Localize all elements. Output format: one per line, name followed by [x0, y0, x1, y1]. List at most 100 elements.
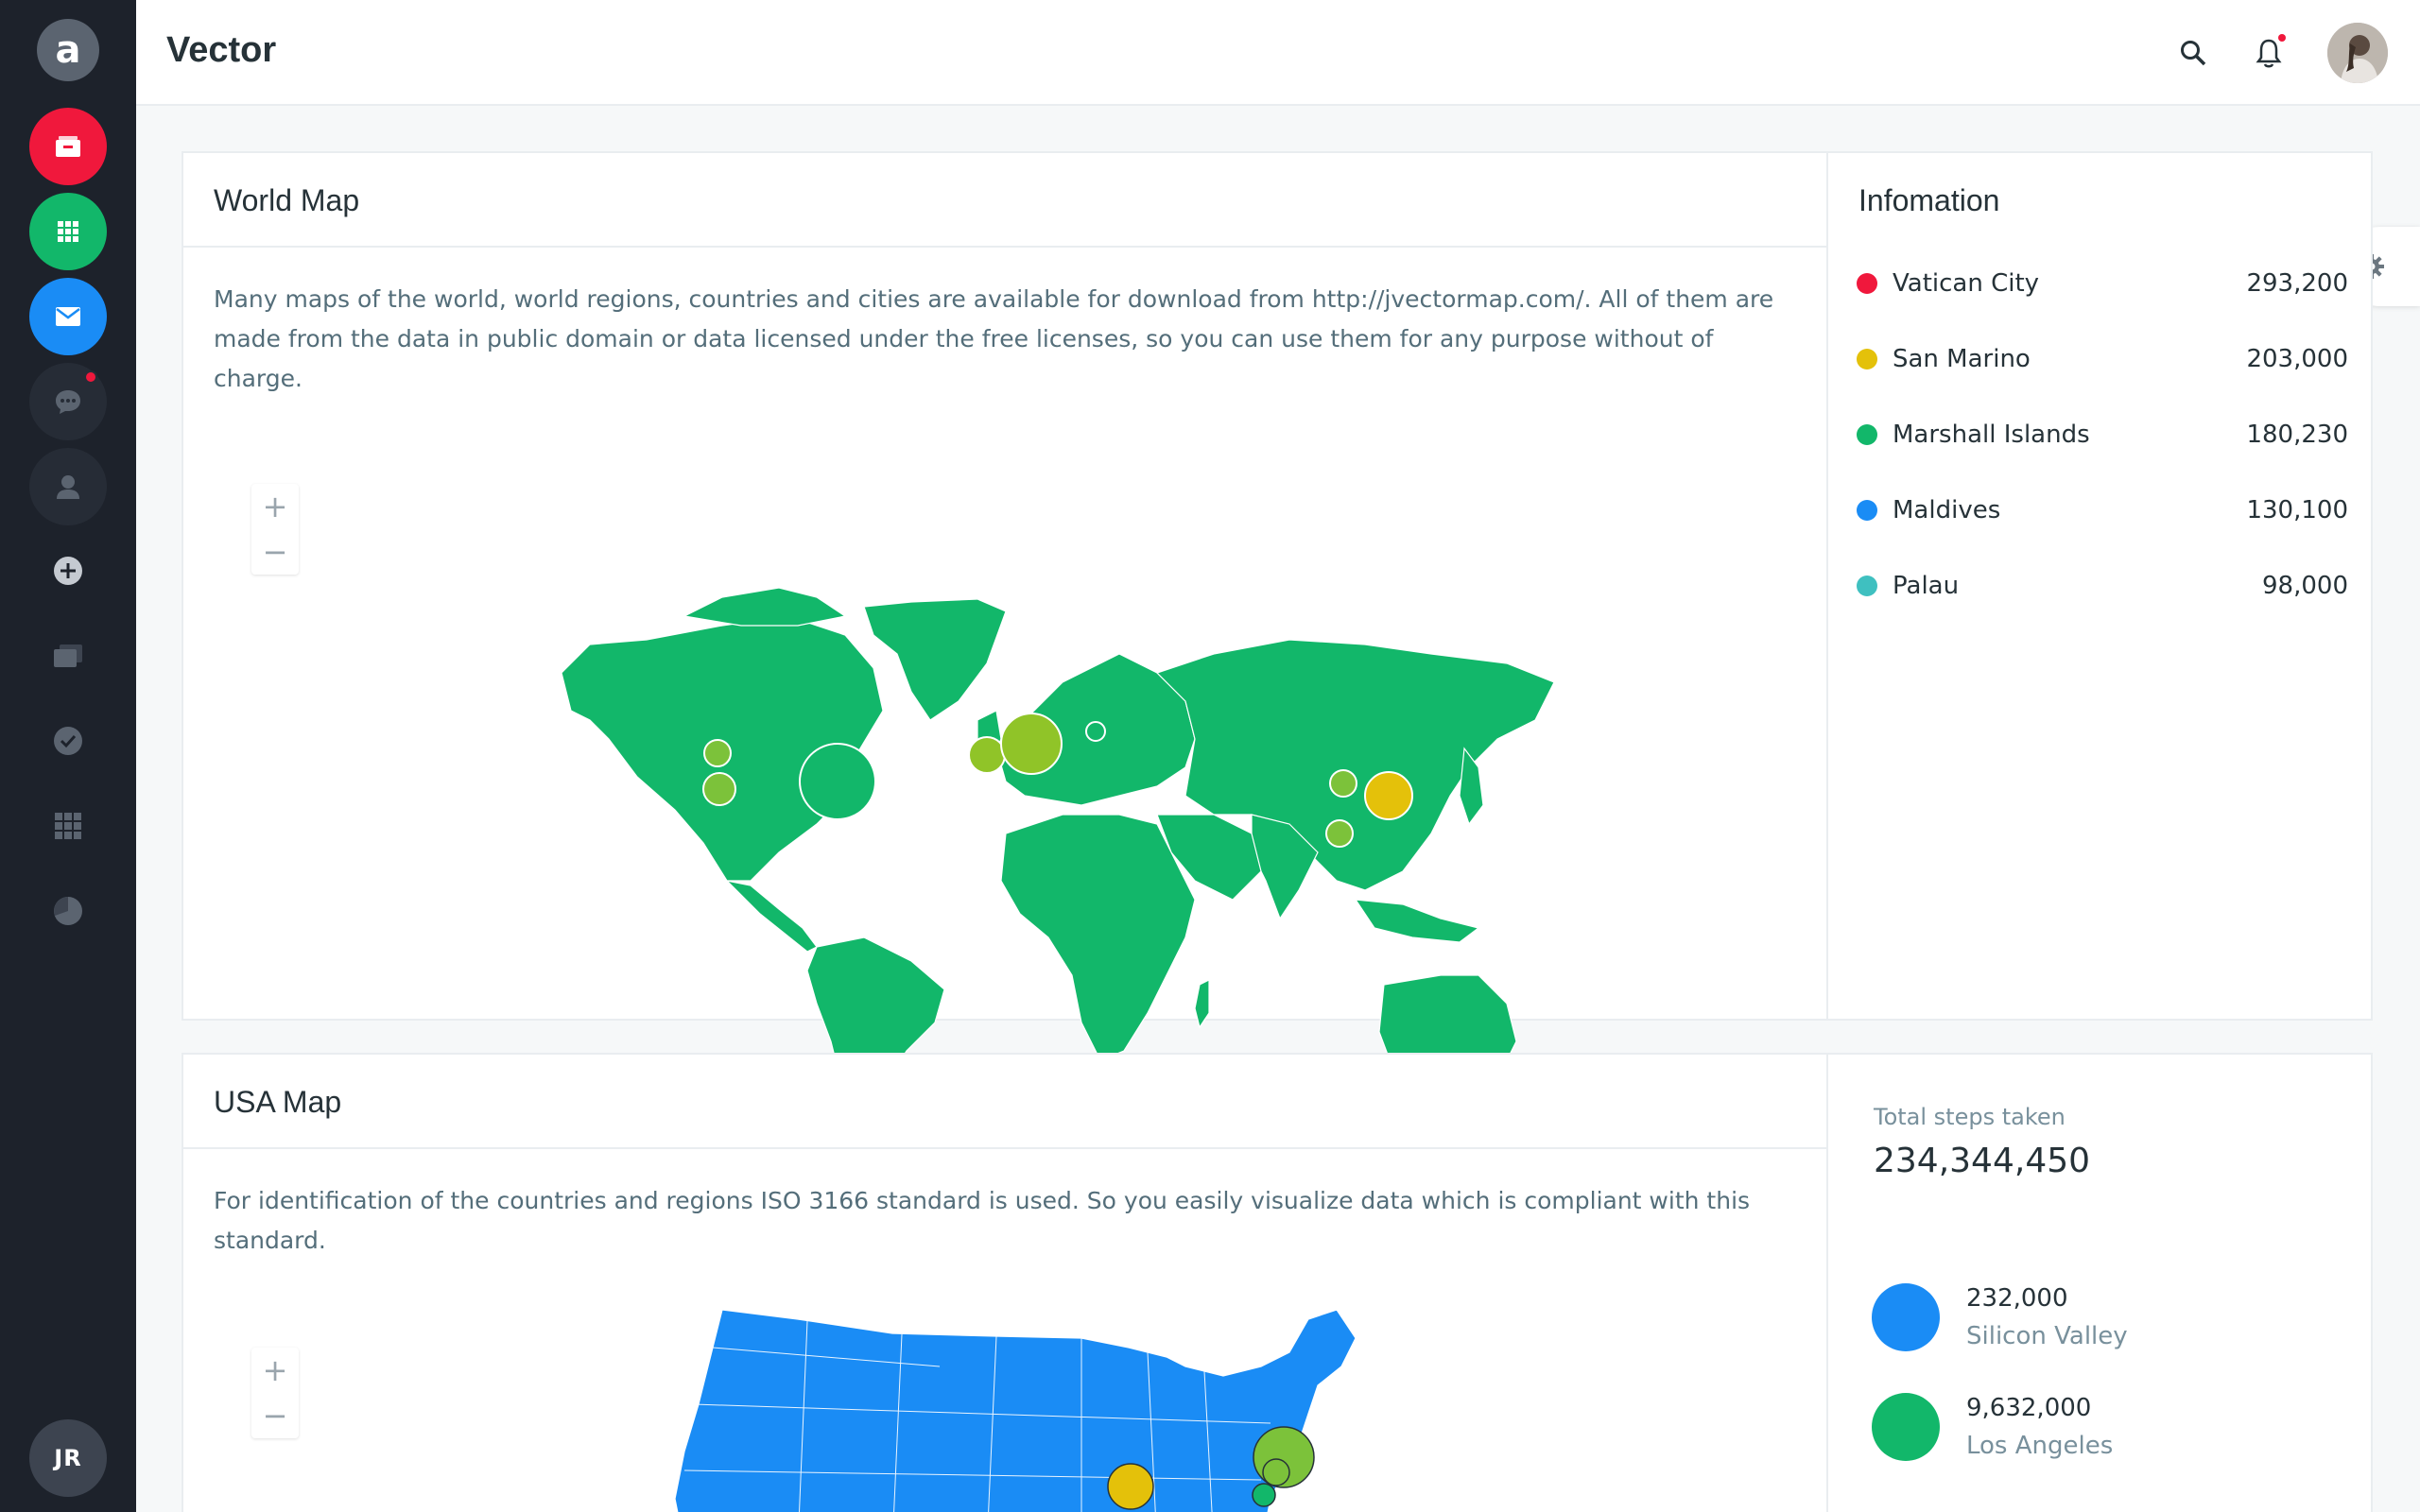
profile-avatar[interactable] — [2327, 23, 2388, 83]
check-circle-icon — [54, 727, 82, 755]
stat-label: Los Angeles — [1966, 1432, 2114, 1460]
user-button[interactable] — [29, 448, 107, 525]
notification-dot — [2278, 34, 2286, 42]
stat-circle — [1872, 1283, 1940, 1351]
usa-map-card: USA Map For identification of the countr… — [182, 1053, 2373, 1512]
stat-circle — [1872, 1393, 1940, 1461]
apps-grid-button[interactable] — [29, 193, 107, 270]
canada-islands[interactable] — [683, 587, 847, 627]
info-item-name: Palau — [1893, 572, 1960, 600]
marker-moscow[interactable] — [1085, 721, 1106, 742]
chat-notification-dot — [84, 370, 97, 384]
legend-dot — [1857, 500, 1877, 521]
marker-chicago[interactable] — [1107, 1463, 1154, 1510]
usa-zoom-control: + − — [251, 1348, 299, 1438]
bell-icon — [2256, 39, 2282, 68]
marker-philadelphia[interactable] — [1262, 1458, 1290, 1486]
world-map-panel: World Map Many maps of the world, world … — [183, 153, 1828, 1079]
add-button[interactable] — [49, 552, 87, 590]
usa-map-description: For identification of the countries and … — [214, 1187, 1751, 1254]
info-item: Marshall Islands 180,230 — [1857, 416, 2348, 454]
zoom-in-button[interactable]: + — [263, 1355, 288, 1385]
stat-item: 9,632,000 Los Angeles — [1872, 1391, 2113, 1463]
info-item-value: 130,100 — [2246, 496, 2348, 524]
avatar-image — [2327, 23, 2388, 83]
world-map[interactable] — [533, 437, 1668, 1079]
pie-chart-icon — [54, 897, 82, 925]
app-logo[interactable]: a — [37, 19, 99, 81]
marker-hong-kong[interactable] — [1325, 819, 1354, 848]
layers-icon — [54, 644, 82, 667]
usa-map-title: USA Map — [183, 1055, 1826, 1149]
marker-berlin[interactable] — [1000, 713, 1063, 775]
greenland-region[interactable] — [863, 598, 1007, 721]
madagascar-region[interactable] — [1194, 979, 1210, 1029]
marker-vancouver[interactable] — [703, 739, 732, 767]
stat-number: 9,632,000 — [1966, 1394, 2092, 1422]
charts-button[interactable] — [49, 892, 87, 930]
world-map-description: Many maps of the world, world regions, c… — [214, 285, 1774, 392]
info-item-name: Maldives — [1893, 496, 2001, 524]
info-item-name: San Marino — [1893, 345, 2031, 373]
marker-tokyo[interactable] — [1364, 771, 1413, 820]
plus-circle-icon — [54, 557, 82, 585]
inbox-tray-icon — [56, 136, 80, 157]
usa-map[interactable] — [656, 1310, 1545, 1512]
zoom-in-button[interactable]: + — [263, 491, 288, 522]
zoom-out-button[interactable]: − — [263, 537, 288, 567]
africa-region[interactable] — [1000, 814, 1196, 1061]
info-item: Vatican City 293,200 — [1857, 265, 2348, 302]
information-panel: Infomation Vatican City 293,200 San Mari… — [1828, 153, 2371, 1019]
info-item-name: Marshall Islands — [1893, 421, 2090, 449]
sidebar: a JR — [0, 0, 136, 1512]
chat-button[interactable] — [29, 363, 107, 440]
marker-beijing[interactable] — [1329, 769, 1357, 798]
steps-label: Total steps taken — [1874, 1104, 2066, 1130]
user-icon — [57, 475, 79, 499]
marker-san-francisco[interactable] — [702, 772, 736, 806]
world-zoom-control: + − — [251, 484, 299, 575]
legend-dot — [1857, 273, 1877, 294]
search-icon — [2181, 41, 2206, 66]
marker-new-york[interactable] — [799, 743, 876, 820]
information-title: Infomation — [1858, 183, 2000, 217]
info-item-value: 203,000 — [2246, 345, 2348, 373]
central-america-region[interactable] — [725, 880, 818, 953]
usa-states-region[interactable] — [674, 1310, 1357, 1512]
info-item-value: 98,000 — [2262, 572, 2348, 600]
apps-grid-icon — [58, 221, 78, 242]
world-map-card: World Map Many maps of the world, world … — [182, 151, 2373, 1079]
page-title: Vector — [166, 30, 277, 70]
search-button[interactable] — [2174, 34, 2212, 72]
legend-dot — [1857, 349, 1877, 369]
stat-number: 232,000 — [1966, 1284, 2068, 1313]
inbox-tray-button[interactable] — [29, 108, 107, 185]
notifications-button[interactable] — [2250, 34, 2288, 72]
table-button[interactable] — [49, 807, 87, 845]
legend-dot — [1857, 424, 1877, 445]
user-initials-avatar[interactable]: JR — [29, 1419, 107, 1497]
stat-label: Silicon Valley — [1966, 1322, 2128, 1350]
layers-button[interactable] — [49, 637, 87, 675]
top-header: Vector — [136, 0, 2420, 106]
world-map-title: World Map — [183, 153, 1826, 248]
southeast-asia-islands[interactable] — [1354, 899, 1480, 943]
japan-region[interactable] — [1459, 747, 1484, 826]
legend-dot — [1857, 576, 1877, 596]
info-item: Palau 98,000 — [1857, 567, 2348, 605]
info-item: Maldives 130,100 — [1857, 491, 2348, 529]
info-item-value: 293,200 — [2246, 269, 2348, 298]
stat-item: 232,000 Silicon Valley — [1872, 1281, 2128, 1353]
tasks-button[interactable] — [49, 722, 87, 760]
table-grid-icon — [55, 813, 81, 839]
steps-panel: Total steps taken 234,344,450 232,000 Si… — [1828, 1055, 2371, 1512]
chat-icon — [56, 390, 80, 414]
mail-icon — [56, 307, 80, 326]
mail-button[interactable] — [29, 278, 107, 355]
marker-london[interactable] — [968, 736, 1006, 774]
zoom-out-button[interactable]: − — [263, 1400, 288, 1431]
info-item: San Marino 203,000 — [1857, 340, 2348, 378]
info-item-value: 180,230 — [2246, 421, 2348, 449]
marker-washington[interactable] — [1252, 1483, 1276, 1507]
steps-value: 234,344,450 — [1874, 1142, 2091, 1180]
